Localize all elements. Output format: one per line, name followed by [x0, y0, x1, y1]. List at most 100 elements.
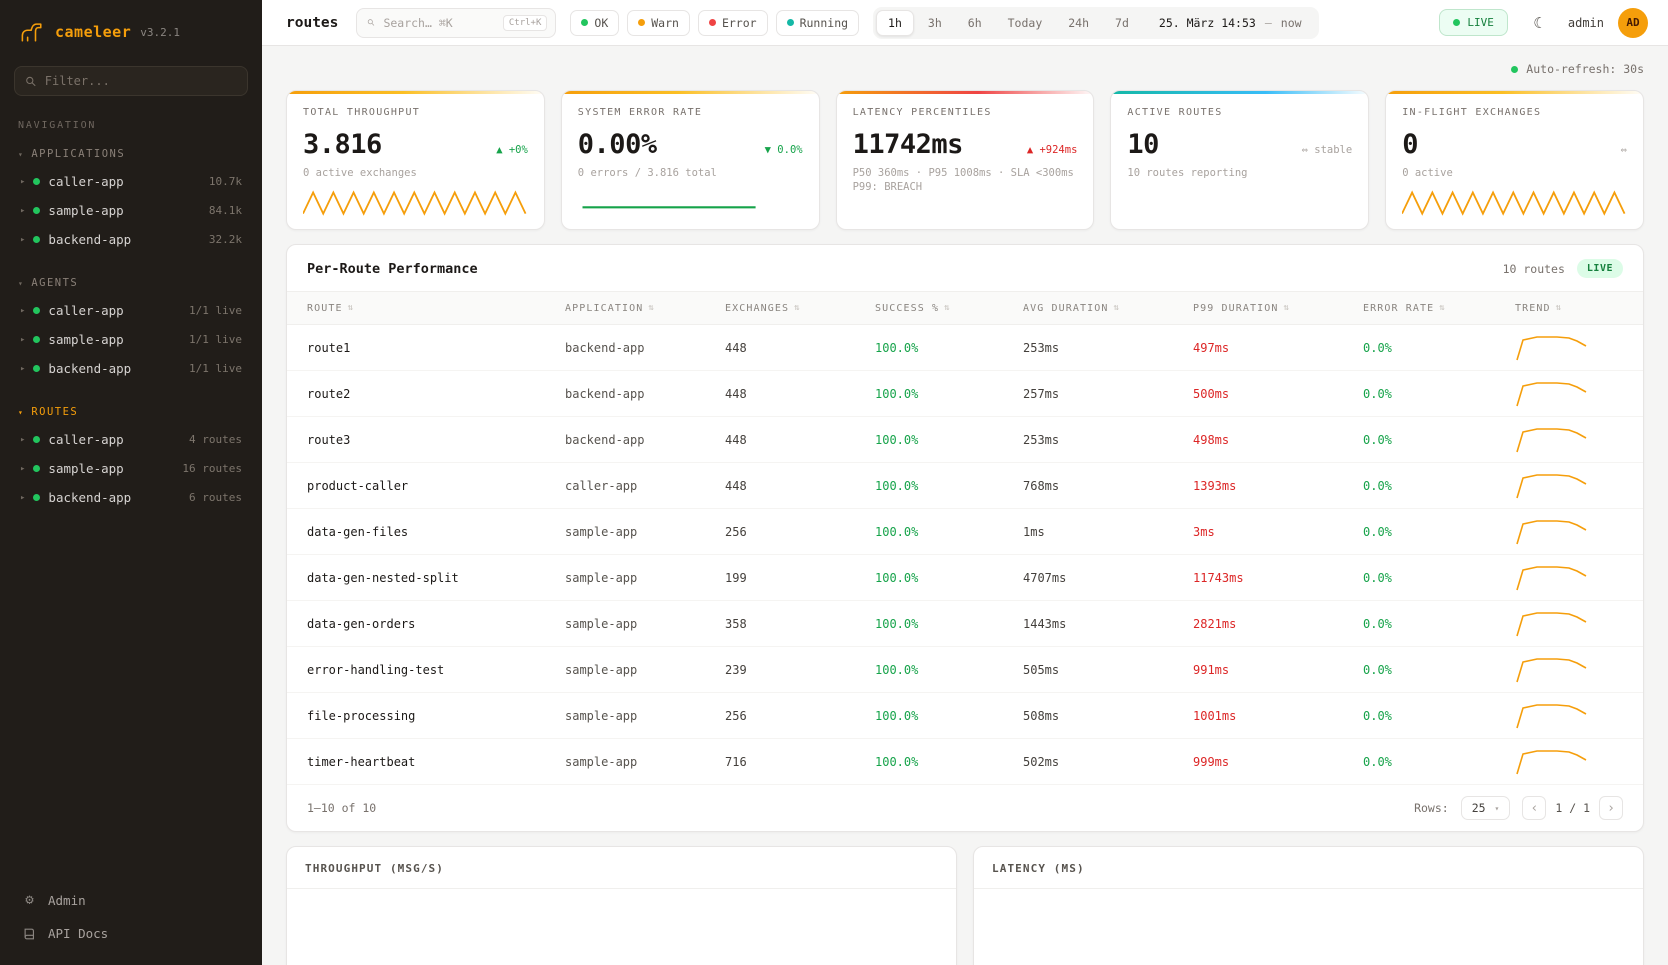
- chip-label: Running: [800, 16, 848, 30]
- col-header-exchanges[interactable]: EXCHANGES⇅: [725, 303, 875, 314]
- avatar[interactable]: AD: [1618, 8, 1648, 38]
- sidebar-item-label: sample-app: [48, 461, 123, 476]
- success-value: 100.0%: [875, 479, 1023, 493]
- app-root: cameleer v3.2.1 NAVIGATION ▾ APPLICATION…: [0, 0, 1668, 965]
- chart-title: THROUGHPUT (MSG/S): [287, 847, 956, 889]
- trend-sparkline: [1515, 563, 1623, 593]
- dark-mode-toggle[interactable]: ☾: [1522, 7, 1554, 39]
- live-toggle[interactable]: LIVE: [1439, 9, 1508, 36]
- error-rate-value: 0.0%: [1363, 433, 1515, 447]
- trend-sparkline: [1515, 517, 1623, 547]
- date-range-display[interactable]: 25. März 14:53 — now: [1143, 16, 1316, 30]
- trend-sparkline: [1515, 701, 1623, 731]
- next-page-button[interactable]: ›: [1599, 796, 1623, 820]
- application-name: sample-app: [565, 709, 725, 723]
- avatar-initials: AD: [1626, 16, 1639, 29]
- section-label: APPLICATIONS: [31, 148, 125, 160]
- avg-duration-value: 253ms: [1023, 433, 1193, 447]
- section-header-routes[interactable]: ▾ ROUTES: [14, 403, 248, 425]
- table-row[interactable]: data-gen-orders sample-app 358 100.0% 14…: [287, 601, 1643, 647]
- exchanges-value: 448: [725, 433, 875, 447]
- sidebar-item-badge: 1/1 live: [189, 333, 242, 346]
- search-input[interactable]: [383, 16, 494, 30]
- sidebar-item-backend-app-routes[interactable]: ▸ backend-app 6 routes: [14, 483, 248, 512]
- section-header-applications[interactable]: ▾ APPLICATIONS: [14, 145, 248, 167]
- col-header-p99-duration[interactable]: P99 DURATION⇅: [1193, 303, 1363, 314]
- sidebar-item-sample-app-routes[interactable]: ▸ sample-app 16 routes: [14, 454, 248, 483]
- sidebar-item-caller-app[interactable]: ▸ caller-app 10.7k: [14, 167, 248, 196]
- filter-chip-running[interactable]: Running: [776, 10, 859, 36]
- sidebar-item-backend-app-agent[interactable]: ▸ backend-app 1/1 live: [14, 354, 248, 383]
- rows-per-page-select[interactable]: 25 ▾: [1461, 796, 1511, 820]
- prev-page-button[interactable]: ‹: [1522, 796, 1546, 820]
- status-dot: [33, 494, 40, 501]
- p99-duration-value: 498ms: [1193, 433, 1363, 447]
- table-row[interactable]: file-processing sample-app 256 100.0% 50…: [287, 693, 1643, 739]
- filter-chip-warn[interactable]: Warn: [627, 10, 690, 36]
- filter-chip-error[interactable]: Error: [698, 10, 768, 36]
- table-row[interactable]: route3 backend-app 448 100.0% 253ms 498m…: [287, 417, 1643, 463]
- table-row[interactable]: data-gen-files sample-app 256 100.0% 1ms…: [287, 509, 1643, 555]
- sidebar-item-label: backend-app: [48, 490, 131, 505]
- p99-duration-value: 991ms: [1193, 663, 1363, 677]
- sidebar-item-label: backend-app: [48, 232, 131, 247]
- sidebar-item-backend-app[interactable]: ▸ backend-app 32.2k: [14, 225, 248, 254]
- table-row[interactable]: error-handling-test sample-app 239 100.0…: [287, 647, 1643, 693]
- table-row[interactable]: product-caller caller-app 448 100.0% 768…: [287, 463, 1643, 509]
- sidebar-item-label: caller-app: [48, 432, 123, 447]
- content-area: Auto-refresh: 30s TOTAL THROUGHPUT 3.816…: [262, 46, 1668, 965]
- kpi-delta: ▼ 0.0%: [765, 144, 803, 156]
- time-range-selector: 1h 3h 6h Today 24h 7d 25. März 14:53 — n…: [873, 7, 1319, 39]
- sidebar-item-api-docs[interactable]: API Docs: [14, 918, 248, 949]
- col-header-label: APPLICATION: [565, 303, 643, 314]
- col-header-success[interactable]: SUCCESS %⇅: [875, 303, 1023, 314]
- table-row[interactable]: route1 backend-app 448 100.0% 253ms 497m…: [287, 325, 1643, 371]
- filter-chip-ok[interactable]: OK: [570, 10, 619, 36]
- range-button-3h[interactable]: 3h: [916, 10, 954, 36]
- sidebar-item-caller-app-agent[interactable]: ▸ caller-app 1/1 live: [14, 296, 248, 325]
- range-button-today[interactable]: Today: [996, 10, 1055, 36]
- sidebar-item-sample-app-agent[interactable]: ▸ sample-app 1/1 live: [14, 325, 248, 354]
- kpi-delta: ⇔: [1621, 144, 1627, 156]
- table-row[interactable]: data-gen-nested-split sample-app 199 100…: [287, 555, 1643, 601]
- error-rate-value: 0.0%: [1363, 617, 1515, 631]
- sidebar-item-label: sample-app: [48, 203, 123, 218]
- table-row[interactable]: timer-heartbeat sample-app 716 100.0% 50…: [287, 739, 1643, 785]
- avg-duration-value: 502ms: [1023, 755, 1193, 769]
- range-button-6h[interactable]: 6h: [956, 10, 994, 36]
- range-button-24h[interactable]: 24h: [1056, 10, 1101, 36]
- latency-chart-panel: LATENCY (MS): [973, 846, 1644, 965]
- status-dot: [33, 436, 40, 443]
- success-value: 100.0%: [875, 525, 1023, 539]
- chevron-right-icon: ▸: [20, 364, 25, 374]
- sidebar-item-admin[interactable]: ⚙ Admin: [14, 884, 248, 916]
- trend-sparkline: [1515, 747, 1623, 777]
- sidebar-item-sample-app[interactable]: ▸ sample-app 84.1k: [14, 196, 248, 225]
- p99-duration-value: 497ms: [1193, 341, 1363, 355]
- kpi-title: TOTAL THROUGHPUT: [303, 107, 528, 118]
- sidebar-item-label: sample-app: [48, 332, 123, 347]
- page-indicator: 1 / 1: [1555, 801, 1590, 815]
- book-icon: [22, 927, 37, 941]
- sidebar-item-caller-app-routes[interactable]: ▸ caller-app 4 routes: [14, 425, 248, 454]
- col-header-route[interactable]: ROUTE⇅: [307, 303, 565, 314]
- chevron-right-icon: ▸: [20, 464, 25, 474]
- col-header-application[interactable]: APPLICATION⇅: [565, 303, 725, 314]
- nav-section-label: NAVIGATION: [14, 120, 248, 145]
- range-button-1h[interactable]: 1h: [876, 10, 914, 36]
- kpi-delta: ▲ +0%: [496, 144, 528, 156]
- kpi-value: 0: [1402, 129, 1418, 160]
- chevron-right-icon: ▸: [20, 335, 25, 345]
- sidebar-footer-label: Admin: [48, 893, 86, 908]
- section-header-agents[interactable]: ▾ AGENTS: [14, 274, 248, 296]
- inflight-sparkline: [1402, 184, 1627, 220]
- col-header-avg-duration[interactable]: AVG DURATION⇅: [1023, 303, 1193, 314]
- running-status-dot: [787, 19, 794, 26]
- kpi-active-routes: ACTIVE ROUTES 10 ⇔ stable 10 routes repo…: [1110, 90, 1369, 230]
- col-header-trend[interactable]: TREND⇅: [1515, 303, 1623, 314]
- range-button-7d[interactable]: 7d: [1103, 10, 1141, 36]
- chevron-down-icon: ▾: [18, 150, 24, 159]
- filter-input[interactable]: [45, 74, 237, 88]
- table-row[interactable]: route2 backend-app 448 100.0% 257ms 500m…: [287, 371, 1643, 417]
- col-header-error-rate[interactable]: ERROR RATE⇅: [1363, 303, 1515, 314]
